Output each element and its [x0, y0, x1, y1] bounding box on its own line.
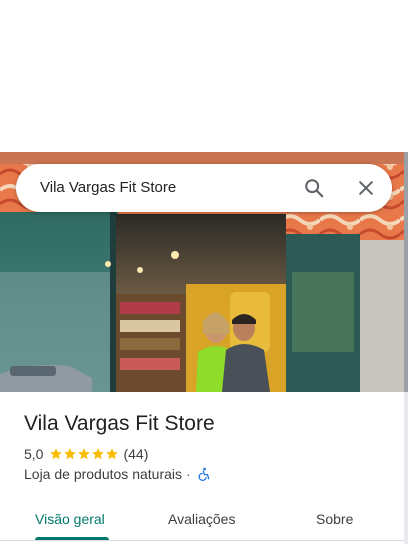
close-icon[interactable]	[352, 174, 380, 202]
place-category[interactable]: Loja de produtos naturais	[24, 466, 182, 482]
tab-overview[interactable]: Visão geral	[35, 510, 105, 528]
scrollbar[interactable]	[404, 152, 408, 544]
star-icon	[49, 447, 63, 461]
search-input[interactable]: Vila Vargas Fit Store	[40, 178, 176, 198]
tab-reviews[interactable]: Avaliações	[168, 510, 235, 528]
star-icon	[91, 447, 105, 461]
place-title: Vila Vargas Fit Store	[24, 412, 215, 435]
search-icon[interactable]	[300, 174, 328, 202]
category-row: Loja de produtos naturais ·	[24, 465, 211, 483]
star-icon	[105, 447, 119, 461]
tab-about[interactable]: Sobre	[316, 510, 353, 528]
place-info-panel: Vila Vargas Fit Store 5,0 (44) Loja de p…	[0, 392, 404, 544]
star-rating	[49, 447, 119, 461]
star-icon	[77, 447, 91, 461]
star-icon	[63, 447, 77, 461]
rating-value: 5,0	[24, 446, 44, 462]
separator-dot: ·	[186, 466, 191, 482]
scrollbar-thumb[interactable]	[404, 152, 408, 392]
tabs-divider	[0, 540, 404, 541]
wheelchair-accessible-icon	[197, 467, 211, 481]
search-bar[interactable]: Vila Vargas Fit Store	[16, 164, 392, 212]
map-blank-area	[0, 0, 408, 152]
review-count[interactable]: (44)	[123, 446, 148, 462]
rating-row[interactable]: 5,0 (44)	[24, 445, 148, 463]
place-tabs: Visão geral Avaliações Sobre	[0, 498, 404, 544]
